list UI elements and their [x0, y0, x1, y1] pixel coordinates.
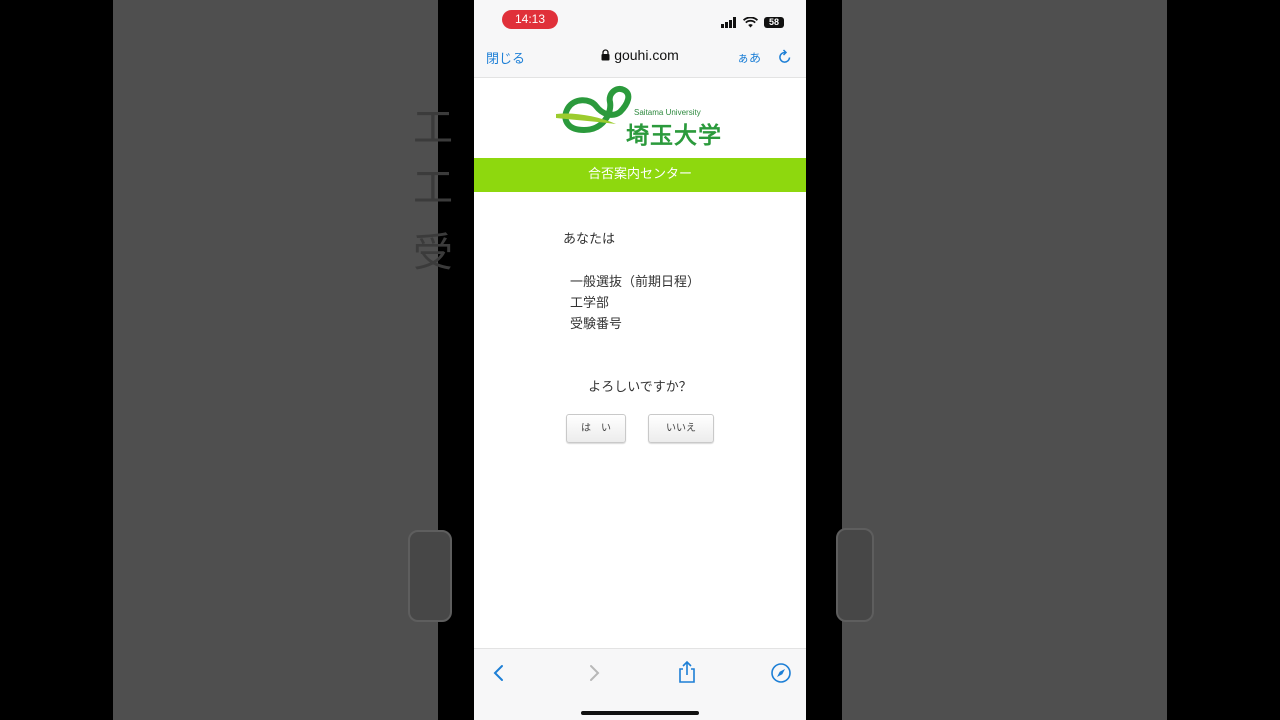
- share-icon[interactable]: [677, 660, 697, 688]
- background-card: [836, 528, 874, 622]
- browser-toolbar: [474, 648, 806, 720]
- logo-japanese-text: 埼玉大学: [626, 123, 722, 149]
- lock-icon: [601, 49, 610, 61]
- back-icon[interactable]: [492, 663, 506, 687]
- background-ghost-char: 受: [413, 230, 453, 276]
- compass-icon[interactable]: [770, 662, 792, 688]
- status-time: 14:13: [502, 10, 558, 29]
- exam-number-label: 受験番号: [570, 317, 623, 332]
- faculty: 工学部: [570, 296, 610, 311]
- selection-type: 一般選抜（前期日程）: [570, 275, 701, 290]
- background-ghost-char: 工: [413, 105, 453, 151]
- wifi-icon: [742, 13, 759, 32]
- status-bar: 14:13 58: [474, 0, 806, 40]
- background-ghost-char: 工: [413, 165, 453, 211]
- status-icons: 58: [721, 13, 784, 32]
- background-right-panel: [836, 0, 1167, 720]
- home-indicator: [581, 711, 699, 715]
- background-card: [408, 530, 452, 622]
- university-logo: Saitama University 埼玉大学: [474, 78, 806, 158]
- text-size-button[interactable]: ぁあ: [737, 49, 761, 66]
- you-are-text: あなたは: [563, 232, 616, 247]
- phone-screen: 14:13 58 閉じる gouhi.com ぁあ Saitama Univer…: [474, 0, 806, 720]
- applicant-info: 一般選抜（前期日程） 工学部 受験番号: [570, 272, 700, 335]
- confirm-question: よろしいですか？: [588, 380, 692, 395]
- signal-icon: [721, 13, 737, 32]
- site-header: 合否案内センター: [474, 158, 806, 192]
- no-button[interactable]: いいえ: [648, 414, 714, 443]
- battery-icon: 58: [764, 17, 784, 28]
- url-text: gouhi.com: [614, 47, 679, 63]
- background-left-panel: 工 工 受: [113, 0, 453, 720]
- forward-icon[interactable]: [587, 663, 601, 687]
- reload-icon[interactable]: [778, 49, 792, 69]
- browser-address-bar: 閉じる gouhi.com ぁあ: [474, 40, 806, 78]
- yes-button[interactable]: は い: [566, 414, 626, 443]
